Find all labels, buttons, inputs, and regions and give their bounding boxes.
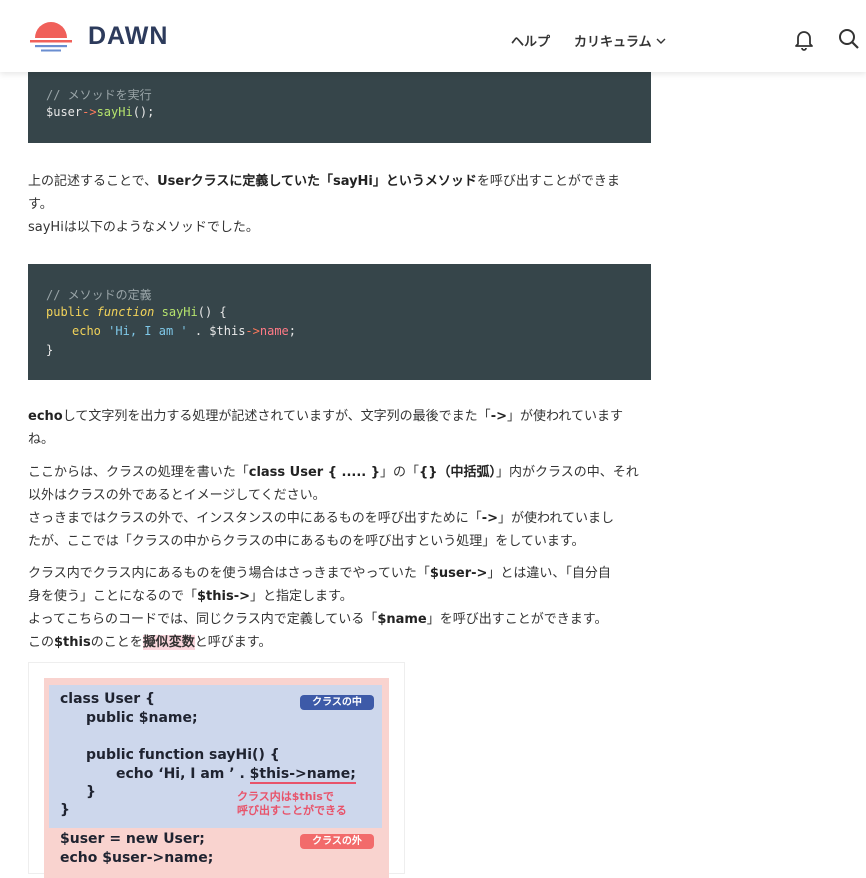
figure-line: }: [60, 802, 70, 818]
figure-line: }: [86, 784, 96, 800]
sunset-logo-icon: [28, 20, 74, 52]
paragraph-intro: 上の記述することで、Userクラスに定義していた「sayHi」というメソッドを呼…: [28, 174, 620, 235]
brand-name: DAWN: [88, 21, 169, 50]
badge-outside-class: クラスの外: [300, 834, 374, 849]
this-name-underline: $this->name;: [249, 766, 356, 784]
chevron-down-icon: [656, 38, 666, 44]
code-line: public function sayHi() {: [46, 305, 227, 319]
code-line: $user->sayHi();: [46, 105, 155, 119]
code-line: echo 'Hi, I am ' . $this->name;: [72, 324, 297, 338]
figure-line: echo $user->name;: [60, 850, 214, 866]
code-comment: // メソッドの定義: [46, 288, 152, 302]
nav-help[interactable]: ヘルプ: [511, 31, 550, 50]
paragraph-this: クラス内でクラス内にあるものを使う場合はさっきまでやっていた「$user->」と…: [28, 566, 611, 650]
figure-line: echo ‘Hi, I am ’ . $this->name;: [116, 766, 356, 784]
code-comment: // メソッドを実行: [46, 88, 152, 102]
paragraph-class-scope: ここからは、クラスの処理を書いた「class User { ..... }」の「…: [28, 465, 639, 549]
brand-logo[interactable]: DAWN: [28, 20, 168, 52]
search-icon[interactable]: [837, 27, 861, 55]
code-line: }: [46, 343, 54, 357]
nav-curriculum-label: カリキュラム: [574, 35, 652, 50]
figure-line: $user = new User;: [60, 831, 205, 847]
code-block-method-definition: // メソッドの定義 public function sayHi() { ech…: [28, 264, 651, 380]
nav-curriculum[interactable]: カリキュラム: [574, 31, 666, 50]
figure-line: public function sayHi() {: [86, 747, 280, 763]
class-diagram-figure: class User { public $name; public functi…: [28, 662, 405, 878]
note-line: クラス内は$thisで: [237, 790, 334, 803]
paragraph-echo: echoして文字列を出力する処理が記述されていますが、文字列の最後でまた「->」…: [28, 409, 623, 447]
highlight-pseudo-variable: 擬似変数: [142, 635, 195, 650]
code-block-method-call: // メソッドを実行 $user->sayHi();: [28, 62, 651, 143]
bell-icon[interactable]: [792, 27, 816, 55]
site-header: DAWN ヘルプ カリキュラム: [0, 0, 866, 72]
figure-line: public $name;: [86, 710, 198, 726]
figure-line: class User {: [60, 691, 156, 707]
badge-inside-class: クラスの中: [300, 695, 374, 710]
class-outside-area: class User { public $name; public functi…: [44, 678, 389, 878]
note-line: 呼び出すことができる: [237, 804, 347, 817]
